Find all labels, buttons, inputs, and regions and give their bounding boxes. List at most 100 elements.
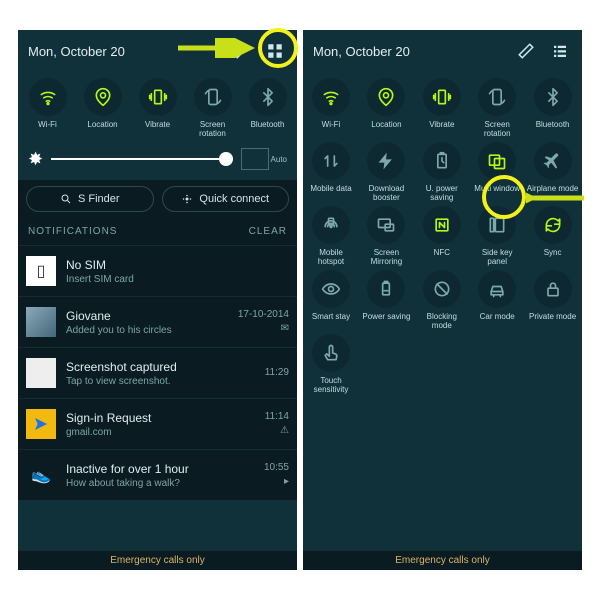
notif-subtitle: Tap to view screenshot.: [66, 376, 265, 387]
mirroring-icon: [367, 206, 405, 244]
toggle-label: Mobile hotspot: [305, 248, 357, 266]
right-quicksettings-panel: Mon, October 20 Wi-Fi Location Vibrate Scre…: [303, 30, 582, 570]
grid-toggle-icon[interactable]: [263, 39, 287, 63]
edit-icon[interactable]: [229, 39, 253, 63]
touch-icon: [312, 334, 350, 372]
toggle-vibrate[interactable]: Vibrate: [416, 78, 468, 138]
toggle-airplane[interactable]: Airplane mode: [527, 142, 579, 202]
toggle-label: Screen Mirroring: [360, 248, 412, 266]
toggle-vibrate[interactable]: Vibrate: [132, 78, 184, 138]
location-icon: [367, 78, 405, 116]
notification-item[interactable]: GiovaneAdded you to his circles17-10-201…: [18, 296, 297, 347]
toggle-label: Car mode: [480, 312, 515, 330]
toggle-label: Blocking mode: [416, 312, 468, 330]
toggle-smartstay[interactable]: Smart stay: [305, 270, 357, 330]
date-text: Mon, October 20: [313, 44, 410, 59]
toggle-label: Location: [371, 120, 401, 138]
notif-meta: 11:29: [265, 366, 289, 380]
toggle-location[interactable]: Location: [360, 78, 412, 138]
quick-toggle-row: Wi-Fi Location Vibrate Screen rotation Bluet…: [18, 72, 297, 140]
toggle-private[interactable]: Private mode: [527, 270, 579, 330]
notif-title: Inactive for over 1 hour: [66, 462, 264, 476]
toggle-label: Multi window: [474, 184, 520, 202]
quick-settings-grid: Wi-Fi Location Vibrate Screen rotationBluet…: [303, 72, 582, 400]
toggle-bluetooth[interactable]: Bluetooth: [242, 78, 294, 138]
toggle-label: Smart stay: [312, 312, 350, 330]
screenshot-thumb: [26, 358, 56, 388]
brightness-slider[interactable]: [51, 158, 232, 160]
signin-icon: [26, 409, 56, 439]
toggle-rotation[interactable]: Screen rotation: [187, 78, 239, 138]
notification-item[interactable]: 👟Inactive for over 1 hourHow about takin…: [18, 449, 297, 500]
booster-icon: [367, 142, 405, 180]
rotation-icon: [194, 78, 232, 116]
nfc-icon: [423, 206, 461, 244]
s-finder-button[interactable]: S Finder: [26, 186, 154, 212]
toggle-touch[interactable]: Touch sensitivity: [305, 334, 357, 394]
notif-title: No SIM: [66, 258, 289, 272]
toggle-psaving[interactable]: Power saving: [360, 270, 412, 330]
notification-item[interactable]: ▯No SIMInsert SIM card: [18, 245, 297, 296]
wifi-icon: [29, 78, 67, 116]
bluetooth-icon: [534, 78, 572, 116]
toggle-label: Vibrate: [145, 120, 170, 138]
mobiledata-icon: [312, 142, 350, 180]
toggle-mirroring[interactable]: Screen Mirroring: [360, 206, 412, 266]
airplane-icon: [534, 142, 572, 180]
toggle-nfc[interactable]: NFC: [416, 206, 468, 266]
health-icon: 👟: [26, 460, 56, 490]
notifications-list: ▯No SIMInsert SIM cardGiovaneAdded you t…: [18, 245, 297, 500]
notification-item[interactable]: Sign-in Requestgmail.com11:14⚠: [18, 398, 297, 449]
sync-icon: [534, 206, 572, 244]
toggle-label: Power saving: [362, 312, 410, 330]
toggle-label: Wi-Fi: [38, 120, 57, 138]
avatar: [26, 307, 56, 337]
toggle-label: Screen rotation: [471, 120, 523, 138]
toggle-rotation[interactable]: Screen rotation: [471, 78, 523, 138]
toggle-sync[interactable]: Sync: [527, 206, 579, 266]
toggle-car[interactable]: Car mode: [471, 270, 523, 330]
toggle-label: Mobile data: [310, 184, 351, 202]
toggle-mobiledata[interactable]: Mobile data: [305, 142, 357, 202]
toggle-multiwindow[interactable]: Multi window: [471, 142, 523, 202]
edit-icon[interactable]: [514, 39, 538, 63]
private-icon: [534, 270, 572, 308]
quick-connect-button[interactable]: Quick connect: [162, 186, 290, 212]
toggle-label: Screen rotation: [187, 120, 239, 138]
toggle-hotspot[interactable]: Mobile hotspot: [305, 206, 357, 266]
multiwindow-icon: [478, 142, 516, 180]
bluetooth-icon: [249, 78, 287, 116]
notif-meta: 11:14⚠: [265, 410, 289, 438]
toggle-label: NFC: [434, 248, 450, 266]
rotation-icon: [478, 78, 516, 116]
toggle-label: Bluetooth: [251, 120, 285, 138]
hotspot-icon: [312, 206, 350, 244]
notif-title: Giovane: [66, 309, 238, 323]
toggle-location[interactable]: Location: [77, 78, 129, 138]
auto-brightness-checkbox[interactable]: [241, 148, 269, 170]
toggle-label: U. power saving: [416, 184, 468, 202]
list-toggle-icon[interactable]: [548, 39, 572, 63]
notification-item[interactable]: Screenshot capturedTap to view screensho…: [18, 347, 297, 398]
location-icon: [84, 78, 122, 116]
notifications-header: NOTIFICATIONS CLEAR: [18, 218, 297, 245]
toggle-label: Download booster: [360, 184, 412, 202]
toggle-upower[interactable]: U. power saving: [416, 142, 468, 202]
header: Mon, October 20: [303, 30, 582, 72]
toggle-wifi[interactable]: Wi-Fi: [22, 78, 74, 138]
smartstay-icon: [312, 270, 350, 308]
clear-button[interactable]: CLEAR: [249, 226, 287, 237]
toggle-bluetooth[interactable]: Bluetooth: [527, 78, 579, 138]
date-text: Mon, October 20: [28, 44, 125, 59]
blocking-icon: [423, 270, 461, 308]
toggle-label: Wi-Fi: [322, 120, 341, 138]
toggle-blocking[interactable]: Blocking mode: [416, 270, 468, 330]
vibrate-icon: [139, 78, 177, 116]
toggle-wifi[interactable]: Wi-Fi: [305, 78, 357, 138]
toggle-label: Vibrate: [429, 120, 454, 138]
notif-meta: 17-10-2014✉: [238, 308, 289, 336]
vibrate-icon: [423, 78, 461, 116]
toggle-label: Touch sensitivity: [305, 376, 357, 394]
toggle-booster[interactable]: Download booster: [360, 142, 412, 202]
toggle-sidekey[interactable]: Side key panel: [471, 206, 523, 266]
